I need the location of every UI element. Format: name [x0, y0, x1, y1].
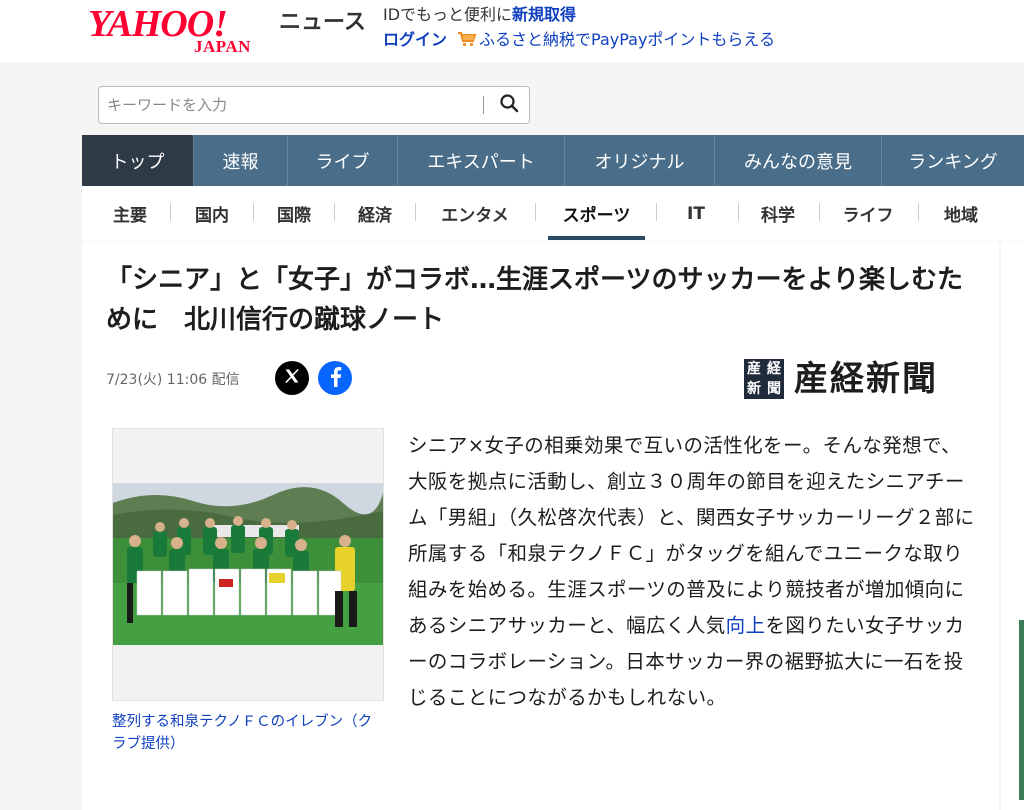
nav-tab-live[interactable]: ライブ [288, 135, 398, 186]
category-tab-science[interactable]: 科学 [744, 186, 812, 241]
category-tab-entertainment[interactable]: エンタメ [422, 186, 528, 241]
service-name-link[interactable]: ニュース [279, 10, 366, 36]
seal-char: 聞 [767, 381, 781, 397]
category-nav: 主要 国内 国際 経済 エンタメ スポーツ IT 科学 ライフ 地域 [82, 186, 1024, 241]
nav-divider [738, 203, 739, 221]
category-tab-main[interactable]: 主要 [96, 186, 164, 241]
login-link[interactable]: ログイン [383, 30, 447, 49]
category-tab-world[interactable]: 国際 [260, 186, 328, 241]
facebook-icon [327, 365, 343, 391]
source-name: 産経新聞 [794, 359, 938, 399]
source-logo[interactable]: 産 経 新 聞 産経新聞 [744, 357, 978, 401]
promo-text: IDでもっと便利に [383, 5, 513, 24]
nav-divider [918, 203, 919, 221]
primary-nav: トップ 速報 ライブ エキスパート オリジナル みんなの意見 ランキング [82, 135, 1024, 186]
seal-char: 経 [767, 361, 781, 377]
search-box [98, 86, 530, 124]
article-body: シニア×女子の相乗効果で互いの活性化をー。そんな発想で、大阪を拠点に活動し、創立… [408, 428, 980, 716]
nav-tab-opinions[interactable]: みんなの意見 [715, 135, 882, 186]
active-tab-indicator [548, 236, 645, 240]
logo-sub-text: JAPAN [194, 37, 251, 56]
category-tab-local[interactable]: 地域 [925, 186, 997, 241]
share-facebook-button[interactable] [318, 361, 352, 395]
seal-char: 産 [747, 361, 761, 377]
keyword-link[interactable]: 向上 [726, 614, 766, 637]
x-logo-icon [284, 368, 300, 388]
category-tab-sports[interactable]: スポーツ [548, 186, 645, 241]
nav-divider [170, 203, 171, 221]
team-photo [113, 483, 383, 645]
category-tab-domestic[interactable]: 国内 [178, 186, 246, 241]
sidebar-image-edge [1019, 620, 1024, 800]
search-icon [499, 93, 519, 117]
header-promo: IDでもっと便利に新規取得 [383, 4, 576, 26]
masthead: YAHOO! JAPAN ニュース IDでもっと便利に新規取得 ログイン ふるさと… [0, 0, 1024, 62]
source-seal: 産 経 新 聞 [744, 359, 784, 399]
search-button[interactable] [489, 87, 529, 123]
signup-link[interactable]: 新規取得 [512, 5, 576, 24]
furusato-link[interactable]: ふるさと納税でPayPayポイントもらえる [479, 30, 775, 49]
nav-tab-expert[interactable]: エキスパート [398, 135, 565, 186]
search-input[interactable] [107, 93, 477, 117]
header-links: ログイン ふるさと納税でPayPayポイントもらえる [383, 29, 775, 51]
nav-tab-original[interactable]: オリジナル [565, 135, 715, 186]
search-divider [483, 96, 484, 114]
nav-divider [253, 203, 254, 221]
nav-divider [415, 203, 416, 221]
category-tab-life[interactable]: ライフ [825, 186, 911, 241]
article-photo[interactable] [112, 428, 384, 701]
nav-divider [535, 203, 536, 221]
nav-divider [334, 203, 335, 221]
seal-char: 新 [747, 381, 761, 397]
category-tab-business[interactable]: 経済 [341, 186, 409, 241]
category-tab-it[interactable]: IT [662, 186, 730, 241]
share-x-button[interactable] [275, 361, 309, 395]
photo-caption: 整列する和泉テクノＦＣのイレブン（クラブ提供） [112, 714, 373, 752]
nav-divider [656, 203, 657, 221]
yahoo-japan-logo[interactable]: YAHOO! JAPAN [88, 4, 274, 56]
nav-tab-breaking[interactable]: 速報 [194, 135, 288, 186]
publish-date: 7/23(火) 11:06 配信 [106, 372, 240, 388]
nav-tab-ranking[interactable]: ランキング [882, 135, 1024, 186]
cart-icon [457, 31, 477, 47]
body-text: シニア×女子の相乗効果で互いの活性化をー。そんな発想で、大阪を拠点に活動し、創立… [408, 434, 975, 637]
nav-divider [819, 203, 820, 221]
article-title: 「シニア」と「女子」がコラボ…生涯スポーツのサッカーをより楽しむために 北川信行… [106, 265, 963, 335]
nav-tab-top[interactable]: トップ [82, 135, 194, 186]
